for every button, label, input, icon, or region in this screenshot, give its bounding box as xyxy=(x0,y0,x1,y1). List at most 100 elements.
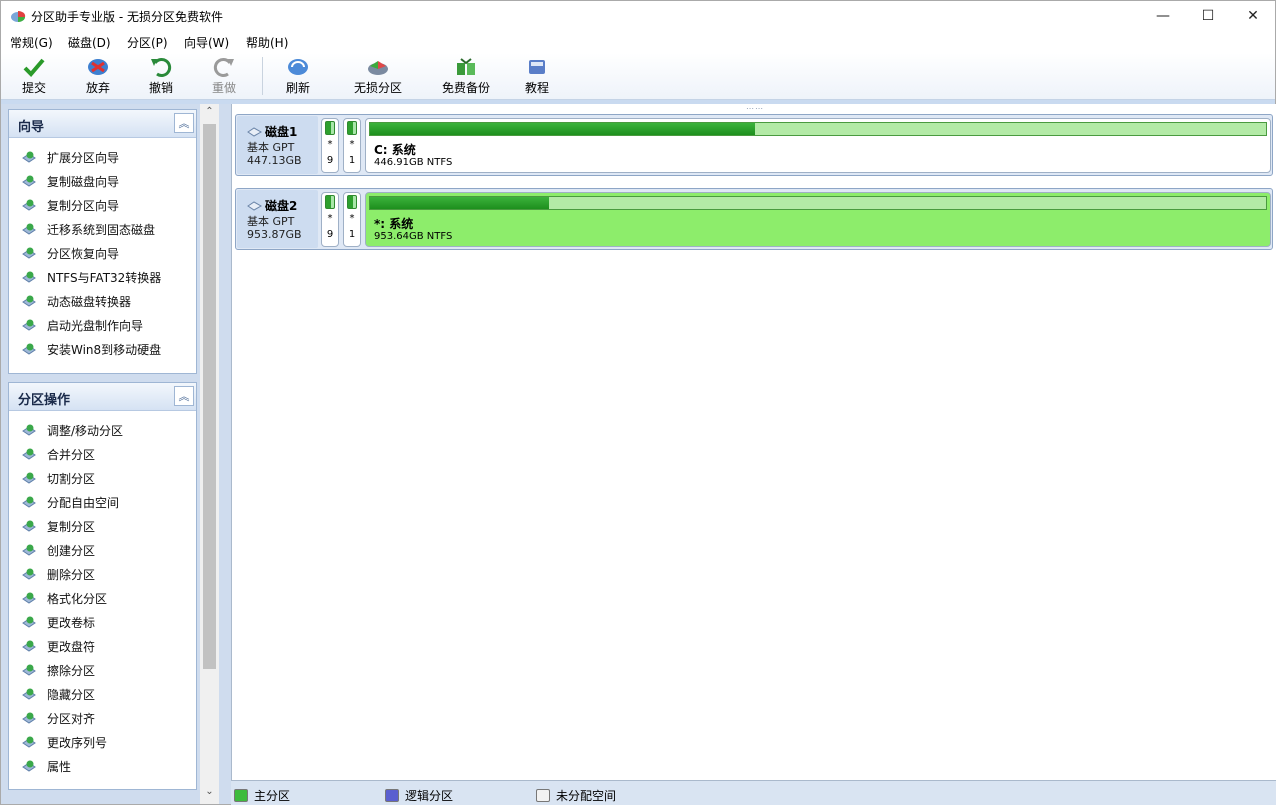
list-item[interactable]: 删除分区 xyxy=(21,564,95,584)
list-item[interactable]: 擦除分区 xyxy=(21,660,95,680)
collapse-partition-button[interactable]: ︽ xyxy=(174,386,194,406)
menu-partition[interactable]: 分区(P) xyxy=(127,34,168,51)
list-item[interactable]: 格式化分区 xyxy=(21,588,107,608)
format-partition-icon xyxy=(21,590,37,606)
list-item[interactable]: 隐藏分区 xyxy=(21,684,95,704)
list-item[interactable]: 复制分区 xyxy=(21,516,95,536)
undo-button[interactable]: 撤销 xyxy=(149,57,173,97)
small-partition[interactable]: * 1 xyxy=(343,118,361,173)
small-partition-size: 1 xyxy=(348,155,356,166)
list-item[interactable]: NTFS与FAT32转换器 xyxy=(21,267,161,287)
list-item[interactable]: 安装Win8到移动硬盘 xyxy=(21,339,161,359)
disk-type: 基本 GPT xyxy=(247,141,295,154)
disk-icon xyxy=(247,200,262,211)
legend-unallocated: 未分配空间 xyxy=(536,787,616,804)
partition-group-title: 分区操作 xyxy=(18,393,71,408)
list-item[interactable]: 复制分区向导 xyxy=(21,195,119,215)
maximize-button[interactable]: ☐ xyxy=(1185,1,1231,31)
scroll-down-icon[interactable]: ⌄ xyxy=(200,786,219,802)
refresh-label: 刷新 xyxy=(286,81,311,95)
partition-usage-bar xyxy=(369,122,1267,136)
list-item[interactable]: 分配自由空间 xyxy=(21,492,119,512)
main-partition[interactable]: C: 系统 446.91GB NTFS xyxy=(365,118,1271,173)
menu-bar: 常规(G) 磁盘(D) 分区(P) 向导(W) 帮助(H) xyxy=(1,31,1275,53)
collapse-wizard-button[interactable]: ︽ xyxy=(174,113,194,133)
minimize-icon: — xyxy=(1156,8,1170,24)
maximize-icon: ☐ xyxy=(1201,8,1215,24)
close-button[interactable]: ✕ xyxy=(1230,1,1276,31)
menu-help[interactable]: 帮助(H) xyxy=(246,34,288,51)
list-item[interactable]: 启动光盘制作向导 xyxy=(21,315,143,335)
list-item-label: 动态磁盘转换器 xyxy=(47,294,132,309)
legend-primary: 主分区 xyxy=(234,787,290,804)
properties-icon xyxy=(21,758,37,774)
redo-icon xyxy=(213,58,234,77)
disk-info[interactable]: 磁盘2 基本 GPT 953.87GB xyxy=(237,190,318,248)
disk-name: 磁盘2 xyxy=(247,197,297,214)
list-item[interactable]: 分区恢复向导 xyxy=(21,243,119,263)
small-partition[interactable]: * 9 xyxy=(321,192,339,247)
copy-disk-icon xyxy=(21,173,37,189)
list-item[interactable]: 创建分区 xyxy=(21,540,95,560)
disk-size: 953.87GB xyxy=(247,228,302,241)
legend-bar: 主分区 逻辑分区 未分配空间 xyxy=(231,780,1276,805)
small-partition-letter: * xyxy=(349,139,355,150)
copy-partition-icon xyxy=(21,197,37,213)
list-item[interactable]: 扩展分区向导 xyxy=(21,147,119,167)
list-item-label: 删除分区 xyxy=(47,567,96,582)
scroll-up-icon[interactable]: ⌃ xyxy=(200,106,219,122)
main-partition[interactable]: *: 系统 953.64GB NTFS xyxy=(365,192,1271,247)
list-item[interactable]: 更改卷标 xyxy=(21,612,95,632)
partition-operations-group: 分区操作 ︽ 调整/移动分区 合并分区切割分区分配自由空间复制分区创建分区删除分区… xyxy=(8,382,197,790)
disk-info[interactable]: 磁盘1 基本 GPT 447.13GB xyxy=(237,116,318,174)
left-panel-scrollbar[interactable]: ⌃ ⌄ xyxy=(200,104,219,804)
menu-disk[interactable]: 磁盘(D) xyxy=(68,34,111,51)
partition-detail: 446.91GB NTFS xyxy=(374,157,453,168)
wizard-group: 向导 ︽ 扩展分区向导 复制磁盘向导 复制分区向导迁移系统到固态磁盘分区恢复向导 NT… xyxy=(8,109,197,374)
small-partition[interactable]: * 1 xyxy=(343,192,361,247)
list-item[interactable]: 更改序列号 xyxy=(21,732,107,752)
legend-logical-label: 逻辑分区 xyxy=(405,789,454,803)
tutorial-label: 教程 xyxy=(525,81,550,95)
list-item[interactable]: 调整/移动分区 xyxy=(21,420,123,440)
disk-row[interactable]: 磁盘1 基本 GPT 447.13GB * 9 * 1 C: 系统 446.91GB NTFS xyxy=(235,114,1273,176)
scrollbar-thumb[interactable] xyxy=(203,124,216,669)
double-chevron-up-icon: ︽ xyxy=(178,117,190,130)
list-item-label: 复制分区 xyxy=(47,519,96,534)
list-item[interactable]: 切割分区 xyxy=(21,468,95,488)
redo-button[interactable]: 重做 xyxy=(212,57,236,97)
allocate-space-icon xyxy=(21,494,37,510)
copy-partition-icon xyxy=(21,518,37,534)
list-item[interactable]: 迁移系统到固态磁盘 xyxy=(21,219,155,239)
splitter-grip[interactable]: ⋯⋯ xyxy=(746,104,764,113)
list-item[interactable]: 更改盘符 xyxy=(21,636,95,656)
disk-row[interactable]: 磁盘2 基本 GPT 953.87GB * 9 * 1 *: 系统 953.64GB NTFS xyxy=(235,188,1273,250)
list-item[interactable]: 动态磁盘转换器 xyxy=(21,291,131,311)
list-item[interactable]: 合并分区 xyxy=(21,444,95,464)
small-partition[interactable]: * 9 xyxy=(321,118,339,173)
menu-general[interactable]: 常规(G) xyxy=(10,34,53,51)
list-item[interactable]: 属性 xyxy=(21,756,71,776)
wizard-group-header[interactable]: 向导 ︽ xyxy=(9,110,196,138)
minimize-button[interactable]: — xyxy=(1140,1,1186,31)
lossless-partition-label: 无损分区 xyxy=(354,81,403,95)
list-item[interactable]: 复制磁盘向导 xyxy=(21,171,119,191)
partition-usage-fill xyxy=(370,123,756,135)
list-item[interactable]: 分区对齐 xyxy=(21,708,95,728)
partition-pie-icon xyxy=(368,61,388,75)
menu-wizard[interactable]: 向导(W) xyxy=(184,34,229,51)
commit-label: 提交 xyxy=(22,81,47,95)
list-item-label: 迁移系统到固态磁盘 xyxy=(47,222,156,237)
tutorial-button[interactable]: 教程 xyxy=(525,57,549,97)
lossless-partition-button[interactable]: 无损分区 xyxy=(354,57,402,97)
merge-partition-icon xyxy=(21,446,37,462)
small-partition-size: 9 xyxy=(326,229,334,240)
list-item-label: 更改盘符 xyxy=(47,639,96,654)
disk-map-panel: ⋯⋯ 磁盘1 基本 GPT 447.13GB * 9 * 1 C: 系统 446.91GB NT… xyxy=(231,104,1276,780)
partition-group-header[interactable]: 分区操作 ︽ xyxy=(9,383,196,411)
refresh-button[interactable]: 刷新 xyxy=(286,57,310,97)
list-item-label: 切割分区 xyxy=(47,471,96,486)
free-backup-button[interactable]: 免费备份 xyxy=(442,57,490,97)
discard-button[interactable]: 放弃 xyxy=(86,57,110,97)
commit-button[interactable]: 提交 xyxy=(22,57,46,97)
